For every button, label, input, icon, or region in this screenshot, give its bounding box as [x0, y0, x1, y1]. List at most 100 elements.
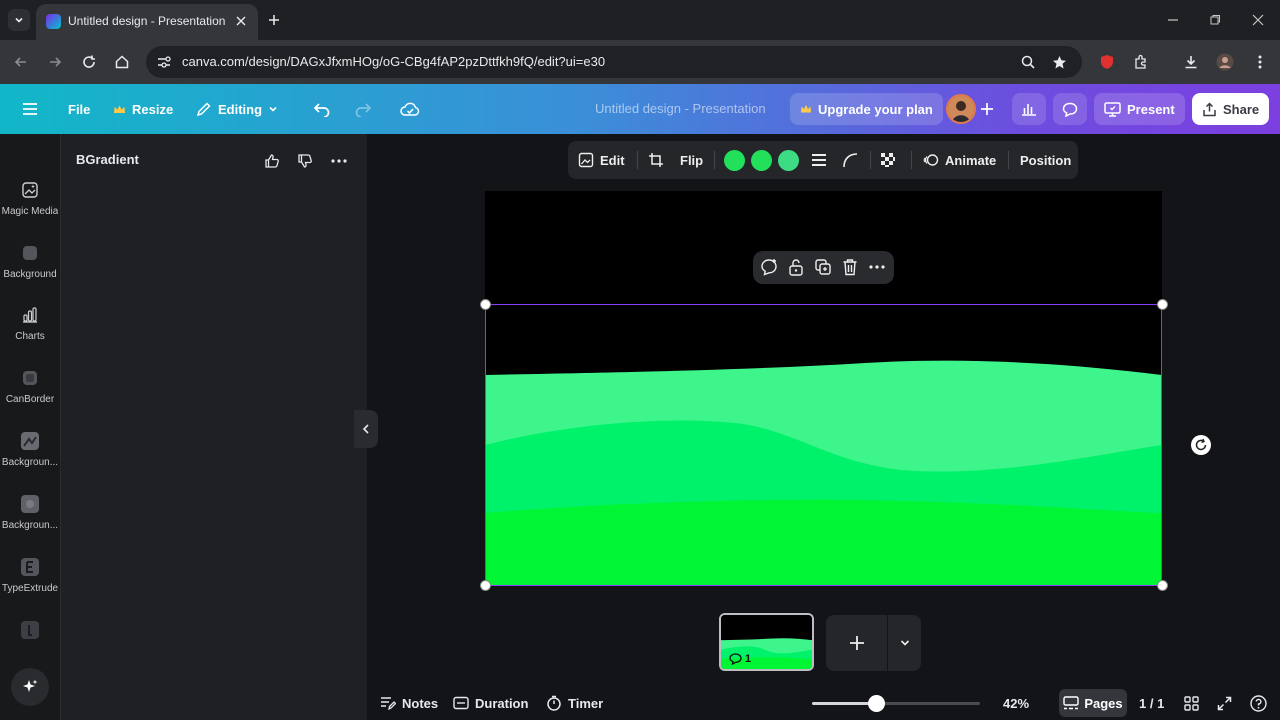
rail-item-label: TypeExtrude — [1, 583, 59, 594]
collapse-panel-button[interactable] — [354, 410, 378, 448]
rotate-icon — [1195, 438, 1207, 451]
zoom-slider-fill — [812, 702, 876, 705]
duplicate-button[interactable] — [813, 257, 833, 277]
corner-rounding-button[interactable] — [842, 141, 858, 179]
page-thumbnail[interactable]: 1 — [719, 613, 814, 671]
zoom-lens-icon[interactable] — [1018, 52, 1038, 72]
close-window-button[interactable] — [1248, 10, 1268, 30]
fullscreen-button[interactable] — [1217, 686, 1232, 720]
rotate-handle[interactable] — [1191, 435, 1211, 455]
notes-icon — [381, 697, 396, 711]
browser-tab[interactable]: Untitled design - Presentation — [36, 4, 258, 40]
panel-more-button[interactable] — [328, 150, 350, 172]
share-button[interactable]: Share — [1192, 93, 1270, 125]
rail-item-canborder[interactable]: CanBorder — [0, 368, 60, 405]
present-button[interactable]: Present — [1094, 93, 1185, 125]
editing-mode-dropdown[interactable]: Editing — [196, 84, 278, 134]
file-menu[interactable]: File — [68, 84, 90, 134]
transparency-button[interactable] — [880, 141, 896, 179]
redo-button[interactable] — [354, 84, 372, 134]
flip-button[interactable]: Flip — [680, 141, 703, 179]
add-page-control — [826, 615, 921, 671]
rail-item-background-app-2[interactable]: Backgroun... — [0, 494, 60, 531]
add-comment-button[interactable] — [759, 257, 779, 277]
chevron-down-icon — [269, 106, 277, 112]
download-icon[interactable] — [1180, 51, 1202, 73]
more-dots-icon — [331, 159, 347, 163]
present-screen-icon — [1104, 101, 1121, 117]
resize-handle-bottom-left[interactable] — [480, 580, 491, 591]
element-more-button[interactable] — [867, 257, 887, 277]
resize-handle-top-left[interactable] — [480, 299, 491, 310]
site-settings-icon[interactable] — [154, 52, 174, 72]
pages-view-button[interactable]: Pages — [1059, 689, 1127, 717]
undo-button[interactable] — [313, 84, 331, 134]
rail-item-more-app[interactable] — [0, 620, 60, 640]
crop-button[interactable] — [648, 141, 664, 179]
unlock-icon — [789, 259, 803, 276]
duration-button[interactable]: Duration — [453, 686, 528, 720]
page-counter-text: 1 / 1 — [1139, 695, 1165, 711]
more-dots-icon — [869, 265, 885, 269]
new-tab-button[interactable] — [264, 10, 284, 30]
like-button[interactable] — [261, 150, 283, 172]
page-counter[interactable]: 1 / 1 — [1139, 686, 1164, 720]
file-label: File — [68, 101, 91, 117]
color-swatch[interactable] — [724, 150, 745, 171]
resize-button[interactable]: Resize — [113, 84, 173, 134]
comments-button[interactable] — [1053, 93, 1087, 125]
minimize-button[interactable] — [1163, 10, 1183, 30]
position-button[interactable]: Position — [1020, 141, 1071, 179]
extensions-puzzle-icon[interactable] — [1130, 51, 1152, 73]
redo-icon — [355, 103, 372, 117]
resize-label: Resize — [132, 101, 174, 117]
invite-button[interactable] — [980, 84, 994, 134]
extension-shield-icon[interactable] — [1096, 51, 1118, 73]
main-menu-button[interactable] — [22, 84, 38, 134]
rail-item-magic-media[interactable]: Magic Media — [0, 180, 60, 217]
tab-search-button[interactable] — [8, 9, 30, 31]
timer-button[interactable]: Timer — [546, 686, 603, 720]
person-photo-icon — [948, 96, 974, 122]
restore-button[interactable] — [1205, 10, 1225, 30]
dislike-button[interactable] — [294, 150, 316, 172]
cloud-check-icon — [400, 102, 420, 116]
url-bar[interactable]: canva.com/design/DAGxJfxmHOg/oG-CBg4fAP2… — [146, 46, 1082, 78]
rail-item-background[interactable]: Background — [0, 243, 60, 280]
delete-button[interactable] — [840, 257, 860, 277]
zoom-slider-thumb[interactable] — [867, 695, 885, 712]
save-status-button[interactable] — [400, 84, 420, 134]
resize-handle-bottom-right[interactable] — [1157, 580, 1168, 591]
reload-button[interactable] — [78, 51, 100, 73]
color-swatch[interactable] — [751, 150, 772, 171]
tab-close-button[interactable] — [232, 12, 250, 30]
kebab-menu-icon — [1258, 55, 1262, 69]
user-avatar[interactable] — [946, 94, 976, 124]
grid-view-button[interactable] — [1184, 686, 1199, 720]
lock-button[interactable] — [786, 257, 806, 277]
animate-button[interactable]: Animate — [923, 141, 996, 179]
zoom-slider[interactable] — [812, 695, 980, 712]
rail-item-background-app-1[interactable]: Backgroun... — [0, 431, 60, 468]
rail-item-type-extrude[interactable]: TypeExtrude — [0, 557, 60, 594]
magic-assistant-button[interactable] — [11, 668, 49, 706]
rail-item-charts[interactable]: Charts — [0, 305, 60, 342]
add-page-options-button[interactable] — [888, 615, 921, 671]
home-button[interactable] — [111, 51, 133, 73]
forward-button[interactable] — [44, 51, 66, 73]
border-style-button[interactable] — [811, 141, 827, 179]
edit-image-button[interactable]: Edit — [578, 141, 625, 179]
profile-avatar-icon[interactable] — [1214, 51, 1236, 73]
bookmark-star-icon[interactable] — [1049, 52, 1069, 72]
insights-button[interactable] — [1012, 93, 1046, 125]
back-button[interactable] — [10, 51, 32, 73]
notes-button[interactable]: Notes — [380, 686, 438, 720]
browser-menu-button[interactable] — [1249, 51, 1271, 73]
add-page-button[interactable] — [826, 615, 888, 671]
help-button[interactable] — [1250, 686, 1267, 720]
zoom-level-button[interactable]: 42% — [1003, 686, 1029, 720]
resize-handle-top-right[interactable] — [1157, 299, 1168, 310]
document-title[interactable]: Untitled design - Presentation — [595, 101, 766, 116]
upgrade-plan-button[interactable]: Upgrade your plan — [790, 93, 943, 125]
color-swatch[interactable] — [778, 150, 799, 171]
